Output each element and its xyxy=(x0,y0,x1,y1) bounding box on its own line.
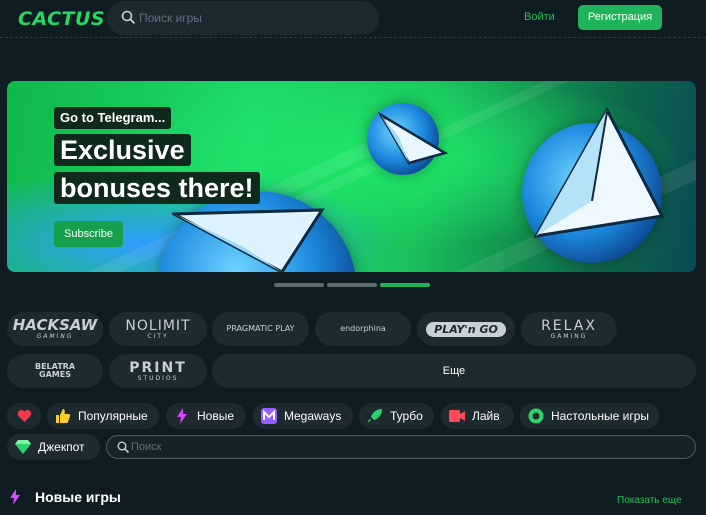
telegram-plane-icon-large xyxy=(533,106,665,238)
provider-name: RELAX xyxy=(541,317,597,334)
game-search-input[interactable]: Поиск игры xyxy=(107,1,379,35)
diamond-icon xyxy=(15,439,31,455)
category-megaways[interactable]: Megaways xyxy=(253,403,353,429)
category-jackpot[interactable]: Джекпот xyxy=(7,434,100,460)
category-label: Популярные xyxy=(78,409,148,423)
category-label: Джекпот xyxy=(38,440,85,454)
provider-sub: GAMING xyxy=(36,333,74,340)
search-icon xyxy=(117,441,129,453)
category-new[interactable]: Новые xyxy=(166,403,246,429)
category-label: Новые xyxy=(197,409,235,423)
subscribe-button[interactable]: Subscribe xyxy=(54,221,123,247)
provider-name: PRAGMATIC PLAY xyxy=(226,324,295,333)
provider-playngo[interactable]: PLAY'n GO xyxy=(417,312,515,346)
category-label: Настольные игры xyxy=(551,409,650,423)
slide-dot-3-active[interactable] xyxy=(380,283,430,287)
poker-chip-icon xyxy=(528,408,544,424)
provider-relax[interactable]: RELAX GAMING xyxy=(521,312,617,346)
category-favorites[interactable] xyxy=(7,403,41,429)
category-search-input[interactable]: Поиск xyxy=(106,435,696,459)
category-live[interactable]: Лайв xyxy=(441,403,514,429)
thumbs-up-icon xyxy=(55,408,71,424)
live-camera-icon xyxy=(449,408,465,424)
provider-name: PRINT xyxy=(129,359,187,376)
megaways-icon xyxy=(261,408,277,424)
rocket-icon xyxy=(367,408,383,424)
banner-headline-2: bonuses there! xyxy=(54,172,260,204)
register-button[interactable]: Регистрация xyxy=(578,5,662,30)
category-turbo[interactable]: Турбо xyxy=(359,403,434,429)
provider-sub: STUDIOS xyxy=(137,374,179,382)
heart-icon xyxy=(16,408,32,424)
category-label: Megaways xyxy=(284,409,342,423)
category-table-games[interactable]: Настольные игры xyxy=(520,403,659,429)
search-placeholder: Поиск xyxy=(131,441,162,453)
banner-headline-1: Exclusive xyxy=(54,134,191,166)
header: CACTUS Поиск игры Войти Регистрация xyxy=(0,0,706,38)
lightning-icon xyxy=(174,408,190,424)
show-more-link[interactable]: Показать еще xyxy=(617,495,682,506)
provider-name: endorphina xyxy=(340,324,386,333)
lightning-icon xyxy=(10,489,20,505)
section-title-new-games: Новые игры xyxy=(35,489,121,505)
provider-print[interactable]: PRINT STUDIOS xyxy=(109,354,207,388)
provider-endorphina[interactable]: endorphina xyxy=(315,312,411,346)
provider-hacksaw[interactable]: HACKSAW GAMING xyxy=(7,312,103,346)
slide-dot-2[interactable] xyxy=(327,283,377,287)
search-icon xyxy=(121,10,135,24)
provider-name: NOLIMIT xyxy=(125,317,191,334)
provider-name: BELATRA GAMES xyxy=(34,362,76,379)
category-popular[interactable]: Популярные xyxy=(47,403,159,429)
provider-name: PLAY'n GO xyxy=(434,322,498,336)
category-label: Лайв xyxy=(472,409,500,423)
provider-nolimit[interactable]: NOLIMIT CITY xyxy=(109,312,207,346)
provider-sub: CITY xyxy=(147,332,169,340)
category-label: Турбо xyxy=(390,409,423,423)
logo[interactable]: CACTUS xyxy=(18,8,105,30)
banner-tagline: Go to Telegram... xyxy=(54,107,172,129)
slide-dot-1[interactable] xyxy=(274,283,324,287)
telegram-plane-icon xyxy=(172,208,325,272)
more-providers-button[interactable]: Еще xyxy=(212,354,696,388)
telegram-plane-icon-small xyxy=(377,111,449,165)
provider-sub: GAMING xyxy=(550,332,588,340)
provider-pragmatic[interactable]: PRAGMATIC PLAY xyxy=(212,312,309,346)
login-link[interactable]: Войти xyxy=(524,11,555,23)
provider-belatra[interactable]: BELATRA GAMES xyxy=(7,354,103,388)
provider-name: HACKSAW xyxy=(12,316,98,334)
promo-banner[interactable]: Go to Telegram... Exclusive bonuses ther… xyxy=(7,81,696,272)
search-placeholder: Поиск игры xyxy=(139,11,202,25)
